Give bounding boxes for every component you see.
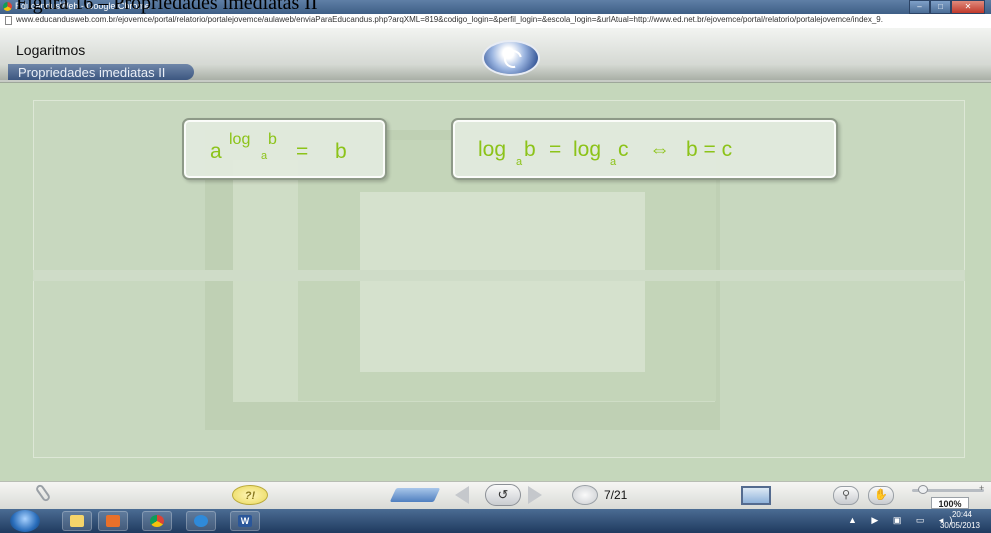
zoom-level: 100% bbox=[931, 497, 969, 509]
page-counter: 7/21 bbox=[604, 488, 628, 502]
start-button[interactable] bbox=[10, 510, 40, 532]
minimize-button[interactable]: – bbox=[909, 0, 930, 14]
formula-subscript: a bbox=[261, 150, 268, 162]
taskbar-chrome[interactable] bbox=[142, 511, 172, 531]
topic-pill: Propriedades imediatas II bbox=[8, 64, 194, 80]
educandus-logo-icon[interactable] bbox=[484, 42, 538, 74]
formula-log: log bbox=[229, 131, 251, 148]
address-bar[interactable]: www.educandusweb.com.br/ejovemce/portal/… bbox=[0, 14, 991, 29]
logo-swirl bbox=[500, 46, 526, 72]
formula-iff: ⇔ bbox=[649, 138, 670, 161]
taskbar-explorer[interactable] bbox=[62, 511, 92, 531]
word-icon: W bbox=[238, 515, 252, 527]
zoom-icon[interactable]: ⚲ bbox=[833, 486, 859, 505]
taskbar-internet-explorer[interactable] bbox=[186, 511, 216, 531]
background-band bbox=[33, 270, 965, 281]
windows-taskbar: W ▲ ▶ ▣ ▭ ◂) 20:44 30/05/2013 bbox=[0, 509, 991, 533]
help-icon[interactable]: ?! bbox=[232, 485, 268, 505]
taskbar-media[interactable] bbox=[98, 511, 128, 531]
hand-icon[interactable]: ✋ bbox=[868, 486, 894, 505]
internet-explorer-icon bbox=[194, 515, 208, 527]
window-controls: – □ ✕ bbox=[909, 0, 985, 14]
subject-title: Logaritmos bbox=[16, 42, 86, 58]
fullscreen-icon[interactable] bbox=[741, 486, 771, 505]
formula-subscript-right: a bbox=[610, 156, 617, 168]
next-icon[interactable] bbox=[528, 486, 542, 504]
formula-log-left: log bbox=[478, 138, 507, 161]
formula-argument-right: c bbox=[618, 138, 629, 161]
zoom-plus-icon[interactable]: + bbox=[979, 483, 984, 493]
reload-button[interactable]: ↺ bbox=[485, 484, 521, 506]
formula-equals: = bbox=[296, 140, 309, 163]
url-text[interactable]: www.educandusweb.com.br/ejovemce/portal/… bbox=[16, 15, 883, 24]
media-player-icon bbox=[106, 515, 120, 527]
formula-argument-left: b bbox=[524, 138, 536, 161]
maximize-button[interactable]: □ bbox=[930, 0, 951, 14]
app-header: Logaritmos Propriedades imediatas II bbox=[0, 28, 991, 83]
formula-result: b bbox=[335, 140, 347, 163]
chrome-icon bbox=[150, 515, 164, 527]
topic-title: Propriedades imediatas II bbox=[18, 65, 166, 80]
folder-icon bbox=[70, 515, 84, 527]
zoom-slider-knob[interactable] bbox=[918, 485, 928, 494]
formula-equals: = bbox=[549, 138, 562, 161]
close-button[interactable]: ✕ bbox=[951, 0, 985, 14]
formula-box-equality: log a b = log a c ⇔ b = c bbox=[451, 118, 838, 180]
calculator-icon[interactable] bbox=[389, 488, 441, 502]
taskbar-word[interactable]: W bbox=[230, 511, 260, 531]
formula-exponent-log: a log a b = b bbox=[184, 120, 385, 178]
formula-log-right: log bbox=[573, 138, 602, 161]
figure-caption: Figura 16 – Propriedades imediatas II bbox=[16, 0, 318, 14]
chrome-icon bbox=[3, 2, 12, 11]
formula-box-exponent: a log a b = b bbox=[182, 118, 387, 180]
page-icon bbox=[5, 16, 12, 25]
clock-time[interactable]: 20:44 bbox=[942, 510, 982, 519]
background-panel bbox=[360, 192, 645, 372]
pages-icon[interactable] bbox=[572, 485, 598, 505]
prev-icon[interactable] bbox=[455, 486, 469, 504]
formula-subscript-left: a bbox=[516, 156, 523, 168]
formula-result: b = c bbox=[686, 138, 733, 161]
formula-base: a bbox=[210, 140, 222, 163]
clock-date[interactable]: 30/05/2013 bbox=[937, 521, 983, 530]
formula-log-equality: log a b = log a c ⇔ b = c bbox=[453, 120, 836, 178]
formula-argument: b bbox=[268, 131, 277, 148]
